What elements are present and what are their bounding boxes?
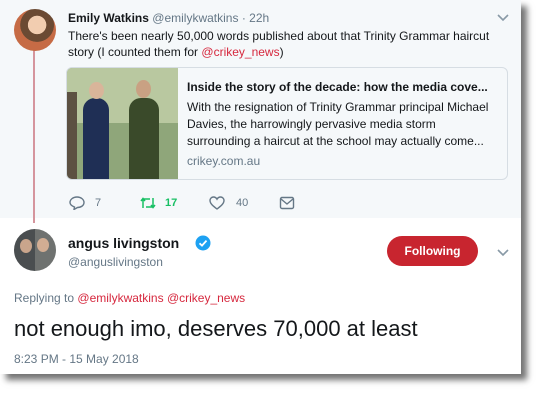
separator: · xyxy=(241,11,246,25)
following-button[interactable]: Following xyxy=(387,236,478,266)
link-title: Inside the story of the decade: how the … xyxy=(187,80,488,94)
like-icon xyxy=(209,196,225,210)
tweet-card: Emily Watkins @emilykwatkins · 22h There… xyxy=(0,0,521,374)
link-preview-card[interactable]: Inside the story of the decade: how the … xyxy=(66,67,508,180)
thread-line xyxy=(33,50,35,223)
chevron-down-icon[interactable] xyxy=(497,11,509,25)
mention-link[interactable]: @crikey_news xyxy=(167,291,245,305)
retweet-icon xyxy=(139,196,157,210)
message-icon xyxy=(279,196,295,210)
link-thumbnail xyxy=(67,68,178,179)
tweet-text-end: ) xyxy=(279,45,284,59)
like-count: 40 xyxy=(236,197,249,209)
parent-tweet-header: Emily Watkins @emilykwatkins · 22h xyxy=(68,11,269,25)
like-button[interactable]: 40 xyxy=(209,196,248,210)
chevron-down-icon[interactable] xyxy=(497,246,509,260)
verified-icon xyxy=(195,235,211,256)
replying-to-label: Replying to xyxy=(14,291,75,305)
author-handle[interactable]: @emilykwatkins xyxy=(152,11,238,25)
reply-button[interactable]: 7 xyxy=(69,196,101,210)
replying-to: Replying to @emilykwatkins @crikey_news xyxy=(14,291,245,305)
author-name[interactable]: Emily Watkins xyxy=(68,11,149,25)
avatar[interactable] xyxy=(14,9,56,51)
reply-icon xyxy=(69,196,85,210)
tweet-time[interactable]: 22h xyxy=(249,11,269,25)
retweet-count: 17 xyxy=(165,197,178,209)
link-domain: crikey.com.au xyxy=(187,154,261,168)
mention-link[interactable]: @emilykwatkins xyxy=(77,291,163,305)
link-description: With the resignation of Trinity Grammar … xyxy=(187,100,489,148)
avatar[interactable] xyxy=(14,229,56,271)
direct-message-button[interactable] xyxy=(279,196,295,210)
retweet-button[interactable]: 17 xyxy=(139,196,177,210)
reply-count: 7 xyxy=(95,197,102,209)
author-handle[interactable]: @anguslivingston xyxy=(68,255,163,269)
author-name[interactable]: angus livingston xyxy=(68,235,179,251)
tweet-timestamp[interactable]: 8:23 PM - 15 May 2018 xyxy=(14,352,139,366)
parent-tweet[interactable]: Emily Watkins @emilykwatkins · 22h There… xyxy=(0,0,521,223)
tweet-text: not enough imo, deserves 70,000 at least xyxy=(14,316,418,341)
tweet-text: There's been nearly 50,000 words publish… xyxy=(68,28,498,60)
mention-link[interactable]: @crikey_news xyxy=(201,45,279,59)
